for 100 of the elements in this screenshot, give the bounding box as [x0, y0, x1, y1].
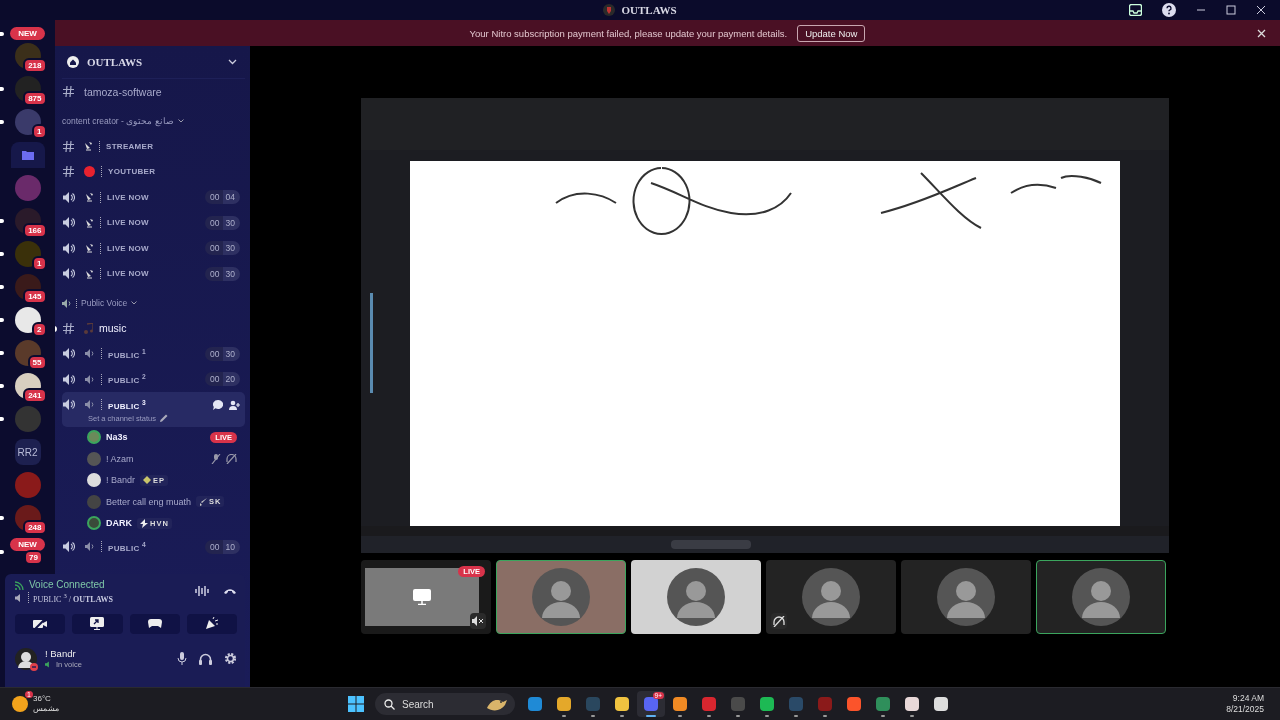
channel-item[interactable]: LIVE NOW 00 04	[62, 184, 245, 210]
channel-item[interactable]: music	[62, 315, 245, 341]
channel-item[interactable]: LIVE NOW 00 30	[62, 235, 245, 261]
server-icon[interactable]	[14, 307, 41, 333]
speaker-icon	[85, 400, 95, 410]
video-tile[interactable]	[496, 560, 626, 634]
server-icon[interactable]: RR2	[14, 439, 41, 465]
mention-badge: 1	[32, 124, 47, 139]
speaker-icon	[63, 399, 75, 411]
mention-badge: 1	[32, 256, 47, 271]
video-tile[interactable]	[631, 560, 761, 634]
new-badge[interactable]: NEW	[10, 538, 45, 551]
avatar	[802, 568, 860, 626]
speaker-icon	[63, 268, 75, 280]
speaker-icon	[45, 661, 52, 669]
sun-icon	[12, 696, 28, 712]
channel-item[interactable]: PUBLIC $^{2}$ 00 20	[62, 366, 245, 392]
speaker-icon	[63, 348, 75, 360]
channel-item[interactable]: tamoza-software	[62, 79, 245, 105]
voice-member[interactable]: ! Azam	[62, 448, 245, 470]
new-badge[interactable]: NEW	[10, 27, 45, 40]
settings-icon[interactable]	[224, 652, 237, 666]
connected-channel[interactable]: PUBLIC $^{3}$ / OUTLAWS	[33, 592, 114, 604]
mention-badge: 145	[23, 289, 47, 304]
satellite-icon	[85, 268, 94, 279]
headphones-icon[interactable]	[199, 652, 212, 665]
diamond-icon	[143, 476, 152, 485]
pencil-icon[interactable]	[159, 414, 168, 422]
close-icon[interactable]	[1256, 5, 1266, 15]
user-counter: 00 30	[205, 266, 240, 281]
maximize-icon[interactable]	[1226, 5, 1236, 15]
camera-off-icon	[33, 617, 48, 630]
channel-item[interactable]: STREAMER	[62, 133, 245, 159]
channel-item[interactable]: LIVE NOW 00 30	[62, 210, 245, 236]
user-counter: 00 20	[205, 372, 240, 387]
username[interactable]: ! Bandr	[45, 648, 82, 660]
channel-item[interactable]: YOUTUBER	[62, 159, 245, 185]
record-icon	[84, 166, 95, 178]
mention-badge: 248	[23, 520, 47, 535]
user-counter: 00 30	[205, 241, 240, 256]
avatar	[667, 568, 725, 626]
music-note-icon	[84, 322, 93, 334]
chevron-icon[interactable]	[228, 59, 237, 65]
soundboard-button[interactable]	[186, 613, 237, 634]
video-tile[interactable]	[766, 560, 896, 634]
weather-condition[interactable]: مشمس	[33, 704, 59, 714]
user-counter: 00 30	[205, 346, 240, 361]
mention-badge: 2	[32, 322, 47, 337]
help-icon[interactable]	[1162, 3, 1176, 17]
close-icon[interactable]	[1257, 29, 1266, 38]
hash-icon	[63, 140, 74, 152]
screen-share-icon	[90, 617, 105, 631]
mention-badge: 166	[23, 223, 47, 238]
speaker-icon	[62, 298, 72, 308]
channel-item[interactable]: PUBLIC $^{4}$ 00 10	[62, 534, 245, 560]
chevron-icon	[131, 301, 138, 305]
clock-date[interactable]: 8/21/2025	[1226, 704, 1264, 715]
update-now-button[interactable]: Update Now	[797, 24, 866, 42]
start-icon[interactable]	[348, 696, 364, 712]
banner-message: Your Nitro subscription payment failed, please update your payment details.	[469, 27, 788, 39]
category-label[interactable]: Public Voice	[81, 298, 128, 308]
add-user-icon[interactable]	[229, 399, 240, 410]
channel-item[interactable]: PUBLIC $^{1}$ 00 30	[62, 341, 245, 367]
search-icon	[384, 698, 395, 710]
hash-icon	[63, 166, 74, 178]
do-not-disturb-icon	[30, 662, 38, 671]
user-counter: 00 10	[205, 539, 240, 554]
mention-badge: 79	[24, 550, 43, 565]
disconnect-icon[interactable]	[223, 587, 237, 596]
sword-icon	[199, 497, 208, 506]
search-field[interactable]: Search	[375, 693, 515, 715]
home-icon	[67, 56, 79, 68]
activity-button[interactable]	[129, 613, 180, 634]
window-title: OUTLAWS	[621, 4, 677, 16]
category-label[interactable]: content creator - صانع محتوى	[62, 116, 174, 126]
video-tile[interactable]	[1036, 560, 1166, 634]
video-tile[interactable]	[901, 560, 1031, 634]
microphone-icon[interactable]	[177, 652, 187, 666]
server-folder[interactable]	[10, 142, 45, 168]
temperature[interactable]: 36°C	[33, 694, 59, 704]
monitor-icon	[413, 589, 431, 605]
mention-badge: 875	[23, 91, 47, 106]
screen-share-button[interactable]	[72, 613, 123, 634]
speaker-icon	[63, 242, 75, 254]
inbox-icon[interactable]	[1129, 4, 1142, 16]
speaker-icon	[85, 542, 95, 552]
camera-off-button[interactable]	[15, 613, 66, 634]
user-counter: 00 04	[205, 190, 240, 205]
channel-item[interactable]: LIVE NOW 00 30	[62, 261, 245, 287]
chat-icon[interactable]	[213, 399, 223, 410]
speaker-icon	[85, 349, 95, 359]
server-icon[interactable]	[14, 340, 41, 366]
noise-suppression-icon[interactable]	[195, 585, 209, 598]
chevron-icon	[177, 119, 184, 123]
speaker-icon	[63, 191, 75, 203]
avatar	[15, 647, 37, 670]
avatar	[1072, 568, 1130, 626]
satellite-icon	[85, 192, 94, 203]
server-name[interactable]: OUTLAWS	[87, 56, 143, 68]
clock-time[interactable]: 9:24 AM	[1232, 693, 1264, 704]
